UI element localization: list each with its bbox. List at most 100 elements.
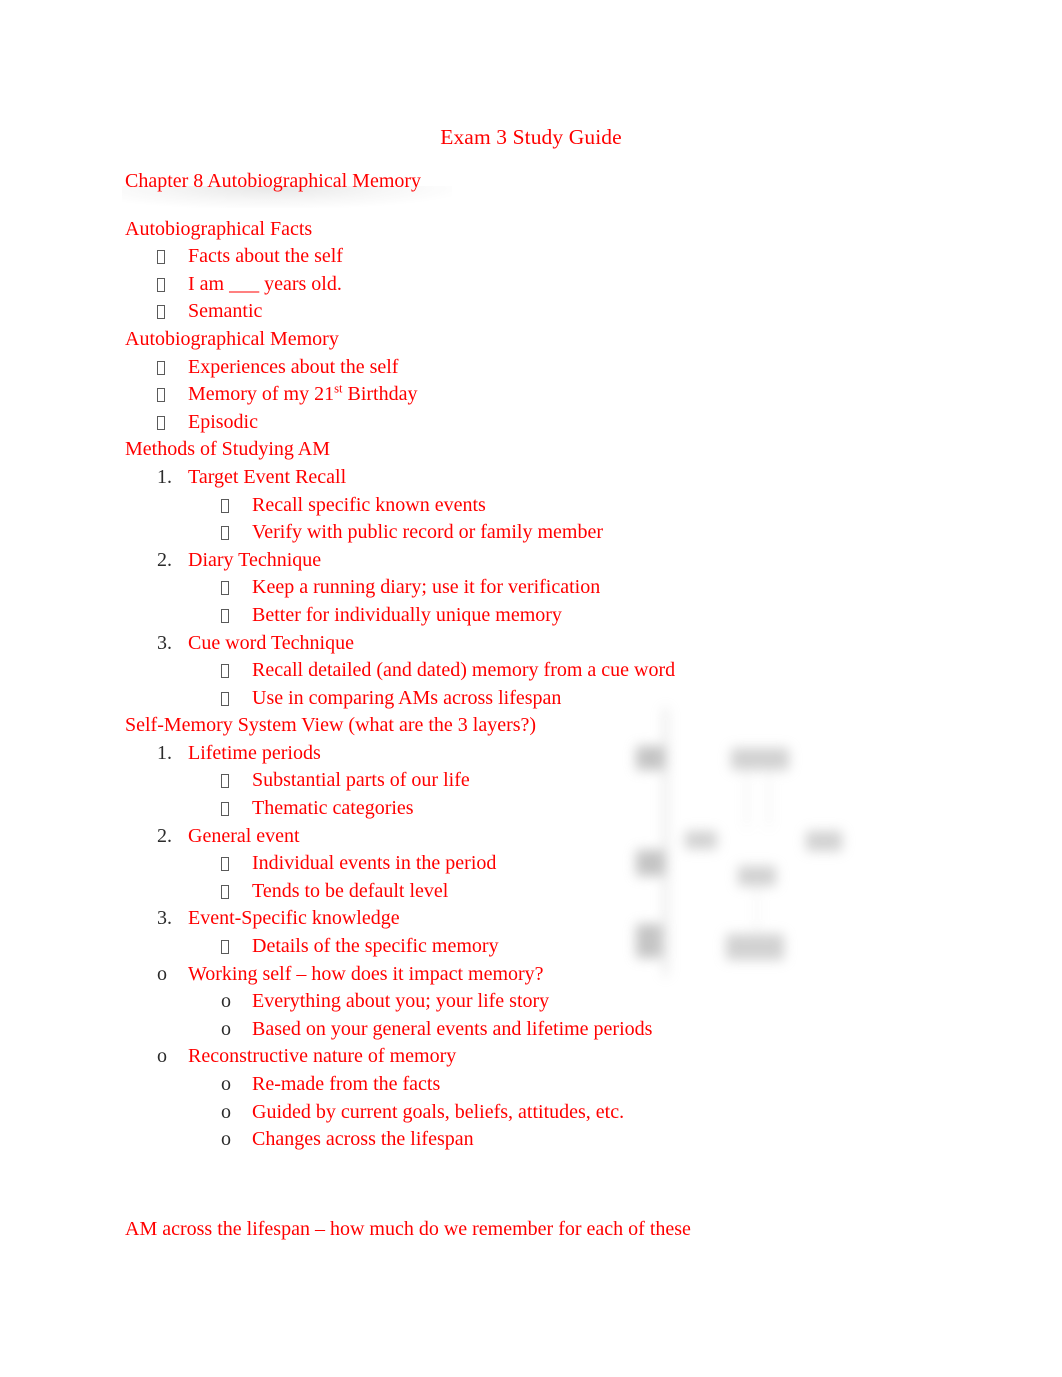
bullet-tofu-icon — [221, 878, 229, 906]
bullet-tofu-icon — [221, 657, 229, 685]
section-heading-label: Autobiographical Memory — [125, 327, 339, 350]
list-item-label: Substantial parts of our life — [252, 769, 470, 792]
section-heading-label: Self-Memory System View (what are the 3 … — [125, 714, 537, 737]
list-item-label: Guided by current goals, beliefs, attitu… — [252, 1100, 625, 1123]
birthday-text-pre: Memory of my 21 — [188, 383, 335, 406]
list-item-label: Verify with public record or family memb… — [252, 521, 603, 544]
list-item: 1. Target Event Recall — [125, 464, 955, 492]
ordered-marker: 3. — [157, 907, 172, 930]
list-item-label: Better for individually unique memory — [252, 603, 562, 626]
list-item: Use in comparing AMs across lifespan — [125, 685, 955, 713]
list-item: Thematic categories — [125, 795, 955, 823]
closing-paragraph-label: AM across the lifespan – how much do we … — [125, 1217, 691, 1240]
chapter-heading-label: Chapter 8 Autobiographical Memory — [125, 170, 422, 192]
bullet-tofu-icon — [221, 795, 229, 823]
list-item-label: Diary Technique — [188, 548, 322, 571]
circle-bullet-marker: o — [221, 1073, 231, 1095]
list-item: o Re-made from the facts — [125, 1071, 955, 1099]
list-item: Facts about the self — [125, 243, 955, 271]
list-item-label: Individual events in the period — [252, 852, 497, 875]
list-item-label: Reconstructive nature of memory — [188, 1045, 457, 1068]
list-item: Keep a running diary; use it for verific… — [125, 574, 955, 602]
list-item: o Changes across the lifespan — [125, 1126, 955, 1154]
ordinal-superscript: st — [334, 381, 343, 396]
list-item: I am ___ years old. — [125, 271, 955, 299]
list-item-label: Facts about the self — [188, 245, 343, 268]
section-heading: Autobiographical Facts — [125, 216, 955, 244]
list-item: o Working self – how does it impact memo… — [125, 961, 955, 989]
list-item: Recall detailed (and dated) memory from … — [125, 657, 955, 685]
list-item-label: Event-Specific knowledge — [188, 907, 400, 930]
list-item: Memory of my 21st Birthday — [125, 381, 955, 409]
list-item-label: Experiences about the self — [188, 355, 399, 378]
birthday-text-post: Birthday — [342, 383, 418, 406]
list-item-label: Use in comparing AMs across lifespan — [252, 686, 562, 709]
ordered-marker: 1. — [157, 741, 172, 764]
list-item: Tends to be default level — [125, 878, 955, 906]
list-item-label: Episodic — [188, 410, 258, 433]
list-item-label: Semantic — [188, 300, 263, 323]
list-item: 3. Cue word Technique — [125, 630, 955, 658]
list-item-label: Changes across the lifespan — [252, 1128, 474, 1151]
list-item: Individual events in the period — [125, 850, 955, 878]
chapter-heading: Chapter 8 Autobiographical Memory — [125, 168, 955, 196]
circle-bullet-marker: o — [221, 1100, 231, 1123]
list-item-label: Based on your general events and lifetim… — [252, 1017, 653, 1040]
bullet-tofu-icon — [221, 602, 229, 630]
ordered-marker: 2. — [157, 824, 172, 847]
section-heading: Self-Memory System View (what are the 3 … — [125, 712, 955, 740]
list-item-label: Lifetime periods — [188, 741, 321, 764]
bullet-tofu-icon — [157, 354, 165, 382]
page-title: Exam 3 Study Guide — [440, 125, 622, 149]
circle-bullet-marker: o — [221, 990, 231, 1013]
list-item-label: General event — [188, 824, 300, 847]
list-item-label: I am ___ years old. — [188, 272, 342, 295]
list-item-label: Keep a running diary; use it for verific… — [252, 576, 601, 599]
bullet-tofu-icon — [221, 933, 229, 961]
list-item: Semantic — [125, 298, 955, 326]
bullet-tofu-icon — [221, 850, 229, 878]
list-item-label: Everything about you; your life story — [252, 990, 550, 1013]
bullet-tofu-icon — [221, 767, 229, 795]
list-item-label: Re-made from the facts — [252, 1073, 441, 1095]
list-item: o Everything about you; your life story — [125, 988, 955, 1016]
list-item: Better for individually unique memory — [125, 602, 955, 630]
bullet-tofu-icon — [157, 271, 165, 299]
document-page: Exam 3 Study Guide Chapter 8 Autobiograp… — [0, 0, 1062, 1377]
list-item-label: Target Event Recall — [188, 465, 347, 488]
list-item: Details of the specific memory — [125, 933, 955, 961]
ordered-marker: 1. — [157, 465, 172, 488]
document-body: Chapter 8 Autobiographical Memory Autobi… — [125, 168, 955, 1243]
list-item: 1. Lifetime periods — [125, 740, 955, 768]
list-item-label-compound: Memory of my 21st Birthday — [188, 381, 418, 409]
bullet-tofu-icon — [221, 685, 229, 713]
list-item: o Reconstructive nature of memory — [125, 1043, 955, 1071]
bullet-tofu-icon — [157, 298, 165, 326]
circle-bullet-marker: o — [157, 1045, 167, 1068]
list-item: Substantial parts of our life — [125, 767, 955, 795]
list-item-label: Tends to be default level — [252, 879, 449, 902]
list-item: 3. Event-Specific knowledge — [125, 905, 955, 933]
bullet-tofu-icon — [221, 492, 229, 520]
bullet-tofu-icon — [157, 381, 165, 409]
list-item: Episodic — [125, 409, 955, 437]
section-heading-label: Methods of Studying AM — [125, 438, 331, 461]
section-heading: Autobiographical Memory — [125, 326, 955, 354]
list-item-label: Working self – how does it impact memory… — [188, 962, 544, 985]
list-item: Verify with public record or family memb… — [125, 519, 955, 547]
list-item-label: Cue word Technique — [188, 631, 354, 654]
ordered-marker: 2. — [157, 548, 172, 571]
list-item: o Based on your general events and lifet… — [125, 1016, 955, 1044]
bullet-tofu-icon — [157, 409, 165, 437]
list-item: o Guided by current goals, beliefs, atti… — [125, 1099, 955, 1127]
circle-bullet-marker: o — [157, 962, 167, 985]
list-item: 2. Diary Technique — [125, 547, 955, 575]
list-item: 2. General event — [125, 823, 955, 851]
ordered-marker: 3. — [157, 631, 172, 654]
section-heading: Methods of Studying AM — [125, 436, 955, 464]
circle-bullet-marker: o — [221, 1128, 231, 1151]
list-item-label: Recall detailed (and dated) memory from … — [252, 659, 676, 682]
bullet-tofu-icon — [157, 243, 165, 271]
